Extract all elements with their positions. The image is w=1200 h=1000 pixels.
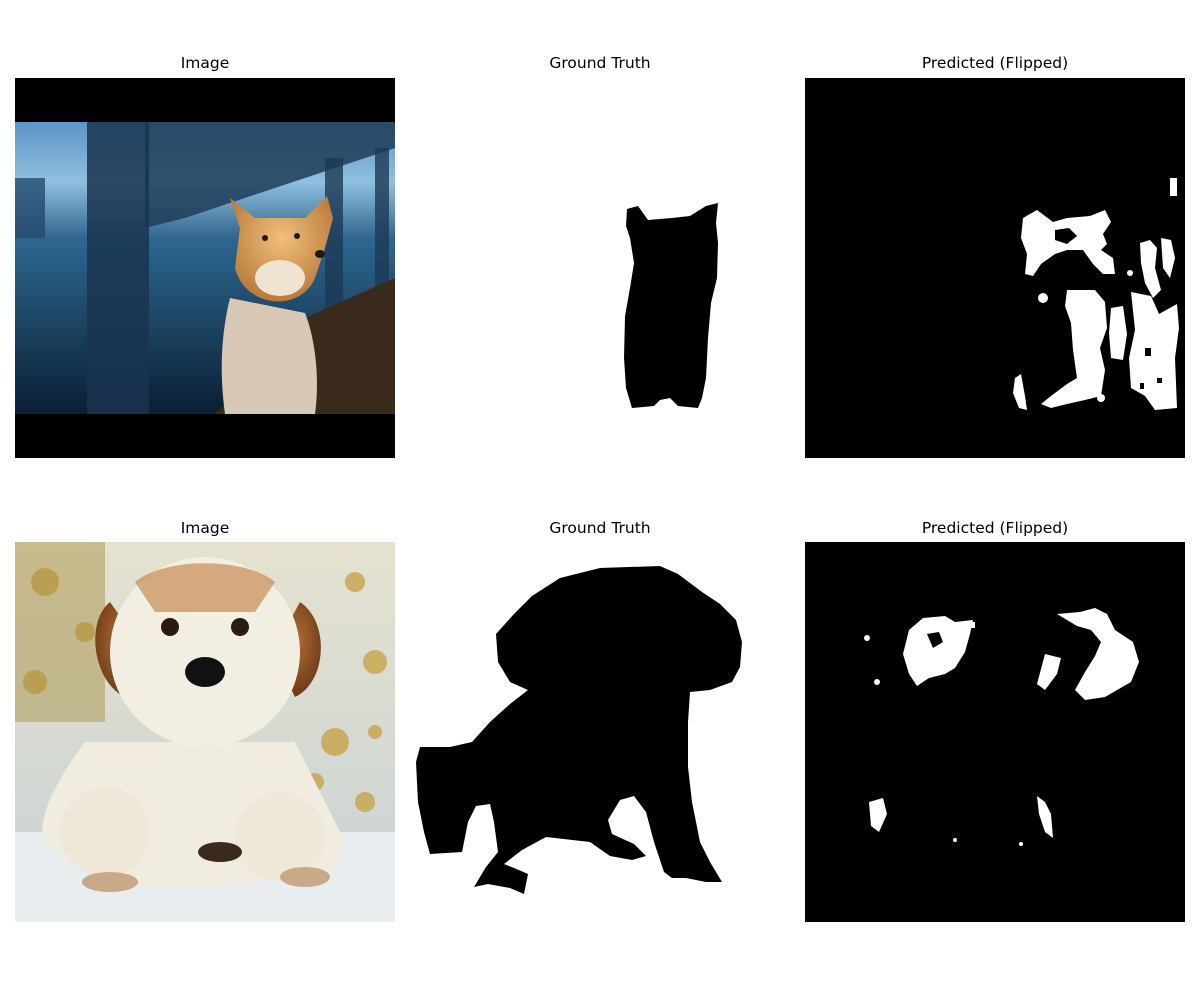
row2-image-panel	[15, 542, 395, 922]
row1-image-title: Image	[180, 54, 230, 72]
row2-predicted-title: Predicted (Flipped)	[921, 519, 1069, 537]
row2-ground-truth-panel	[410, 542, 790, 922]
puppy-photo	[15, 542, 395, 922]
row1-ground-truth-title: Ground Truth	[549, 54, 651, 72]
shiba-photo	[15, 78, 395, 458]
row2-ground-truth-title: Ground Truth	[549, 519, 651, 537]
row1-ground-truth-mask	[410, 78, 790, 458]
row2-predicted-panel	[805, 542, 1185, 922]
row1-predicted-panel	[805, 78, 1185, 458]
row1-ground-truth-panel	[410, 78, 790, 458]
row1-predicted-mask	[805, 78, 1185, 458]
row1-predicted-title: Predicted (Flipped)	[921, 54, 1069, 72]
row2-image-title: Image	[180, 519, 230, 537]
row2-predicted-mask	[805, 542, 1185, 922]
row2-ground-truth-mask	[410, 542, 790, 922]
row1-image-panel	[15, 78, 395, 458]
